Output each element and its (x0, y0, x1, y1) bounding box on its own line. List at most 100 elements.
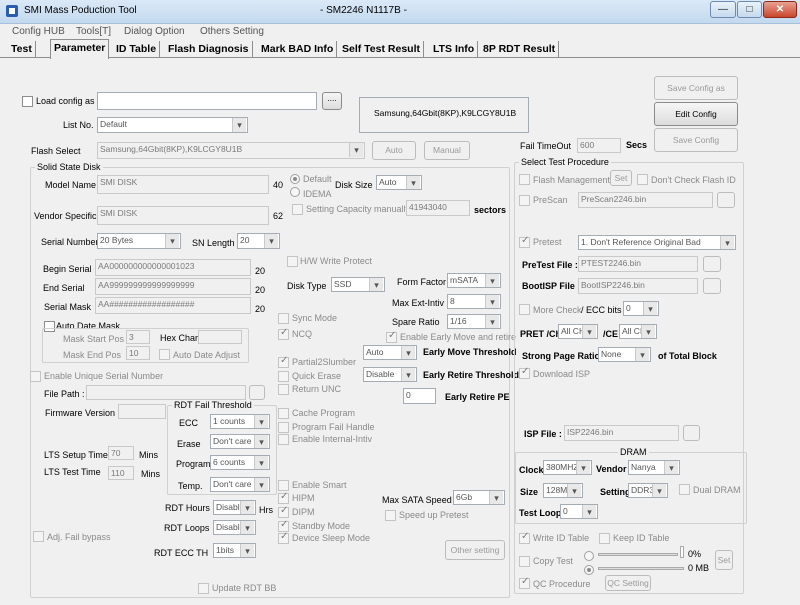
menu-dialog-option[interactable]: Dialog Option (124, 26, 185, 37)
disk-size-select[interactable]: Auto (376, 175, 422, 190)
tab-id-table[interactable]: ID Table (113, 41, 161, 58)
download-isp-checkbox[interactable] (519, 366, 530, 379)
ncq-checkbox[interactable] (278, 327, 289, 340)
bootisp-file-input[interactable]: BootISP2246.bin (578, 278, 698, 294)
default-radio[interactable] (290, 174, 300, 184)
menu-config-hub[interactable]: Config HUB (12, 26, 65, 37)
prescan-file-input[interactable]: PreScan2246.bin (578, 192, 713, 208)
rdt-program-select[interactable]: 6 counts (210, 455, 270, 470)
copy-test-radio-1[interactable] (584, 551, 594, 561)
quick-erase-checkbox[interactable] (278, 371, 289, 382)
unique-serial-checkbox[interactable] (30, 371, 41, 382)
tab-lts-info[interactable]: LTS Info (430, 41, 479, 58)
serial-mask-input[interactable]: AA################## (95, 297, 251, 314)
model-name-input[interactable]: SMI DISK (97, 175, 269, 194)
prescan-browse-button[interactable] (717, 192, 735, 208)
dram-setting-select[interactable]: DDR3 (628, 483, 668, 498)
prescan-checkbox[interactable] (519, 195, 530, 206)
dram-size-select[interactable]: 128M (543, 483, 583, 498)
update-rdt-bb-checkbox[interactable] (198, 583, 209, 594)
early-move-retire-checkbox[interactable] (386, 330, 397, 343)
sn-length-select[interactable]: 20 (237, 233, 280, 249)
bootisp-file-browse-button[interactable] (703, 278, 721, 294)
lts-setup-time-input[interactable]: 70 (108, 446, 134, 460)
adj-fail-bypass-checkbox[interactable] (33, 531, 44, 542)
auto-date-adjust-checkbox[interactable] (159, 349, 170, 360)
isp-file-browse-button[interactable] (683, 425, 700, 441)
mask-start-pos-input[interactable]: 3 (126, 330, 150, 344)
isp-file-input[interactable]: ISP2246.bin (564, 425, 679, 441)
edit-config-button[interactable]: Edit Config (654, 102, 738, 126)
end-serial-input[interactable]: AA999999999999999999 (95, 278, 251, 295)
tab-self-test-result[interactable]: Self Test Result (339, 41, 424, 58)
dont-check-flash-id-checkbox[interactable] (637, 174, 648, 185)
list-no-select[interactable]: Default (97, 117, 248, 133)
test-loop-select[interactable]: 0 (560, 504, 598, 519)
copy-test-radio-2[interactable] (584, 565, 594, 575)
capacity-input[interactable]: 41943040 (406, 200, 470, 216)
write-id-table-checkbox[interactable] (519, 531, 530, 544)
hex-char-input[interactable] (198, 330, 242, 344)
copy-test-set-button[interactable]: Set (715, 550, 733, 570)
close-button[interactable]: ✕ (763, 1, 797, 18)
spare-ratio-select[interactable]: 1/16 (447, 314, 501, 329)
device-sleep-checkbox[interactable] (278, 531, 289, 544)
idema-radio[interactable] (290, 187, 300, 197)
hw-write-protect-checkbox[interactable] (287, 256, 298, 267)
rdt-loops-select[interactable]: Disable (213, 520, 256, 535)
dual-dram-checkbox[interactable] (679, 484, 690, 495)
pret-ch-select[interactable]: All CH (558, 324, 598, 339)
rdt-ecc-select[interactable]: 1 counts (210, 414, 270, 429)
load-config-checkbox[interactable] (22, 96, 33, 107)
qc-setting-button[interactable]: QC Setting (605, 575, 651, 591)
form-factor-select[interactable]: mSATA (447, 273, 501, 288)
minimize-button[interactable]: — (710, 1, 736, 18)
save-config-button[interactable]: Save Config (654, 128, 738, 152)
max-sata-speed-select[interactable]: 6Gb (453, 490, 505, 505)
disk-type-select[interactable]: SSD (331, 277, 385, 292)
manual-button[interactable]: Manual (424, 141, 470, 160)
rdt-hours-select[interactable]: Disable (213, 500, 256, 515)
begin-serial-input[interactable]: AA000000000000001023 (95, 259, 251, 276)
qc-procedure-checkbox[interactable] (519, 576, 530, 589)
hipm-checkbox[interactable] (278, 491, 289, 504)
flash-management-checkbox[interactable] (519, 174, 530, 185)
flash-select-dropdown[interactable]: Samsung,64Gbit(8KP),K9LCGY8U1B (97, 142, 365, 159)
capacity-manual-checkbox[interactable] (292, 204, 303, 215)
other-setting-button[interactable]: Other setting (445, 540, 505, 560)
copy-test-slider-handle[interactable] (680, 546, 684, 558)
pretest-mode-select[interactable]: 1. Don't Reference Original Bad (578, 235, 736, 250)
tab-parameter[interactable]: Parameter (50, 39, 110, 59)
keep-id-table-checkbox[interactable] (599, 533, 610, 544)
flash-management-set-button[interactable]: Set (610, 170, 632, 186)
menu-others-setting[interactable]: Others Setting (200, 26, 264, 37)
file-path-browse-button[interactable] (249, 385, 265, 400)
rdt-ecc-th-select[interactable]: 1bits (213, 543, 256, 558)
tab-test[interactable]: Test (8, 41, 36, 58)
tab-flash-diagnosis[interactable]: Flash Diagnosis (165, 41, 253, 58)
mask-end-pos-input[interactable]: 10 (126, 346, 150, 360)
partial2slumber-checkbox[interactable] (278, 355, 289, 368)
tab-8p-rdt-result[interactable]: 8P RDT Result (480, 41, 560, 58)
early-retire-pe-input[interactable]: 0 (403, 388, 436, 404)
dram-vendor-select[interactable]: Nanya (628, 460, 680, 475)
rdt-erase-select[interactable]: Don't care (210, 434, 270, 449)
vendor-specific-input[interactable]: SMI DISK (97, 206, 269, 225)
pretest-file-input[interactable]: PTEST2246.bin (578, 256, 698, 272)
early-move-threshold-select[interactable]: Auto (363, 345, 417, 360)
early-retire-threshold-select[interactable]: Disable (363, 367, 417, 382)
dipm-checkbox[interactable] (278, 505, 289, 518)
strong-page-ratio-select[interactable]: None (598, 347, 651, 362)
pretest-file-browse-button[interactable] (703, 256, 721, 272)
fail-timeout-input[interactable]: 600 (577, 138, 621, 153)
save-config-as-button[interactable]: Save Config as (654, 76, 738, 100)
max-ext-intiv-select[interactable]: 8 (447, 294, 501, 309)
copy-test-slider-track[interactable] (598, 553, 678, 556)
more-check-checkbox[interactable] (519, 304, 530, 315)
file-path-input[interactable] (86, 385, 246, 400)
dram-clock-select[interactable]: 380MHZ (543, 460, 592, 475)
menu-tools[interactable]: Tools[T] (76, 26, 111, 37)
speed-up-pretest-checkbox[interactable] (385, 510, 396, 521)
lts-test-time-input[interactable]: 110 (108, 466, 134, 480)
ce-select[interactable]: All CE (619, 324, 657, 339)
